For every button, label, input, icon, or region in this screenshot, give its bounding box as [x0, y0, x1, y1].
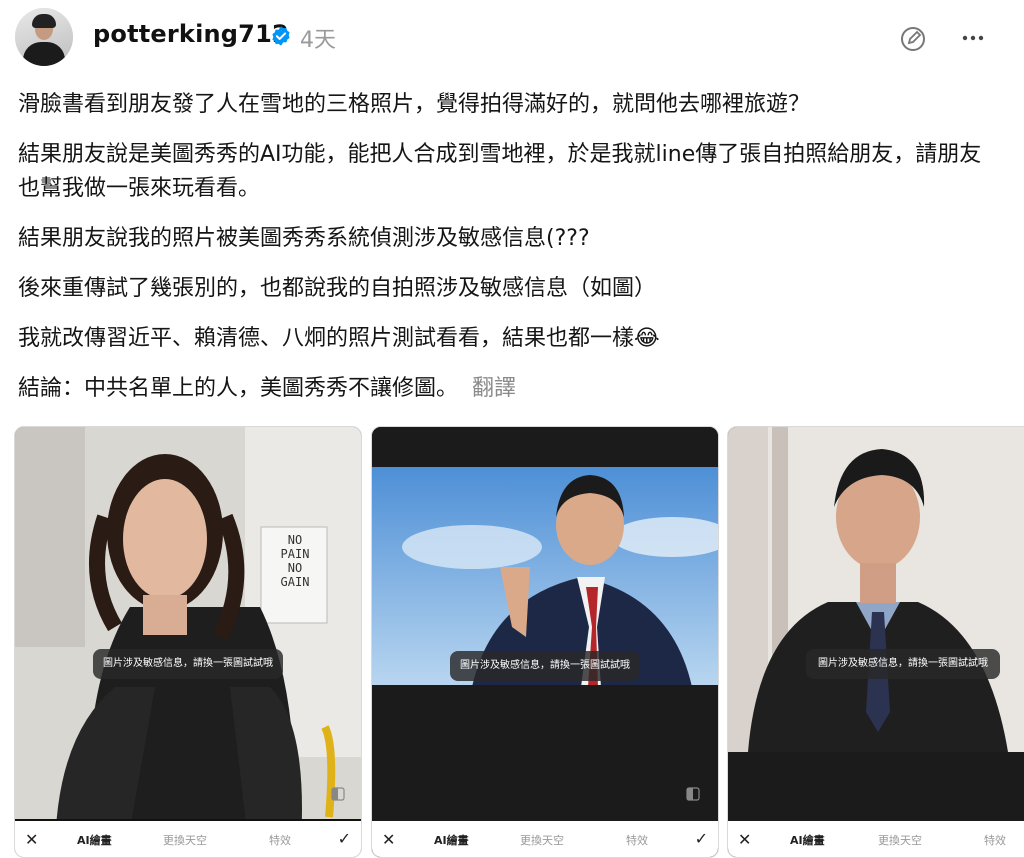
sign-line: NO — [287, 533, 303, 547]
close-icon[interactable]: ✕ — [25, 830, 38, 849]
editor-toolbar: ✕ AI繪畫 更換天空 特效 — [728, 821, 1024, 857]
post-paragraph: 結果朋友說我的照片被美圖秀秀系統偵測涉及敏感信息(??? — [18, 226, 590, 251]
post-body: 滑臉書看到朋友發了人在雪地的三格照片，覺得拍得滿好的，就問他去哪裡旅遊？ 結果朋… — [18, 88, 988, 422]
sign-line: NO — [287, 561, 303, 575]
post-time: 4天 — [300, 28, 336, 53]
post-paragraph: 後來重傳試了幾張別的，也都說我的自拍照涉及敏感信息（如圖） — [18, 276, 657, 301]
edit-icon[interactable] — [898, 24, 928, 54]
editor-toolbar: ✕ AI繪畫 更換天空 特效 ✓ — [15, 821, 361, 857]
conclusion-text: 結論：中共名單上的人，美圖秀秀不讓修圖。 — [18, 376, 459, 401]
selfie-photo — [15, 427, 361, 857]
post-header: potterking712 4天 — [0, 0, 1024, 78]
close-icon[interactable]: ✕ — [382, 830, 395, 849]
editor-toolbar: ✕ AI繪畫 更換天空 特效 ✓ — [372, 821, 718, 857]
avatar[interactable] — [15, 8, 73, 66]
effects-tab[interactable]: 特效 — [626, 832, 648, 848]
translate-link[interactable]: 翻譯 — [472, 376, 516, 401]
more-icon[interactable] — [958, 26, 988, 50]
post-paragraph: 滑臉書看到朋友發了人在雪地的三格照片，覺得拍得滿好的，就問他去哪裡旅遊？ — [18, 92, 811, 117]
sensitive-content-toast: 圖片涉及敏感信息，請換一張圖試試哦 — [806, 649, 1000, 679]
politician-photo-2 — [728, 427, 1024, 857]
confirm-check-icon[interactable]: ✓ — [338, 829, 351, 848]
post-image-3[interactable]: 圖片涉及敏感信息，請換一張圖試試哦 ✕ AI繪畫 更換天空 特效 — [727, 426, 1024, 858]
change-sky-tab[interactable]: 更換天空 — [520, 832, 564, 848]
close-icon[interactable]: ✕ — [738, 830, 751, 849]
change-sky-tab[interactable]: 更換天空 — [163, 832, 207, 848]
post-conclusion: 結論：中共名單上的人，美圖秀秀不讓修圖。 翻譯 — [18, 372, 988, 406]
sign-line: PAIN — [280, 547, 310, 561]
sensitive-content-toast: 圖片涉及敏感信息，請換一張圖試試哦 — [93, 649, 283, 679]
ai-draw-tab[interactable]: AI繪畫 — [434, 832, 469, 848]
post-paragraph: 結果朋友說是美圖秀秀的AI功能，能把人合成到雪地裡，於是我就line傳了張自拍照… — [18, 142, 982, 201]
change-sky-tab[interactable]: 更換天空 — [878, 832, 922, 848]
compare-icon[interactable] — [331, 787, 345, 801]
ai-draw-tab[interactable]: AI繪畫 — [77, 832, 112, 848]
confirm-check-icon[interactable]: ✓ — [695, 829, 708, 848]
gym-sign: NO PAIN NO GAIN — [267, 533, 323, 589]
effects-tab[interactable]: 特效 — [984, 832, 1006, 848]
effects-tab[interactable]: 特效 — [269, 832, 291, 848]
post-image-2[interactable]: 圖片涉及敏感信息，請換一張圖試試哦 ✕ AI繪畫 更換天空 特效 ✓ — [371, 426, 719, 858]
ai-draw-tab[interactable]: AI繪畫 — [790, 832, 825, 848]
username[interactable]: potterking712 — [93, 20, 289, 48]
compare-icon[interactable] — [686, 787, 700, 801]
post-paragraph: 我就改傳習近平、賴清德、八炯的照片測試看看，結果也都一樣😂 — [18, 326, 660, 351]
post-image-1[interactable]: NO PAIN NO GAIN 圖片涉及敏感信息，請換一張圖試試哦 ✕ AI繪畫… — [14, 426, 362, 858]
sensitive-content-toast: 圖片涉及敏感信息，請換一張圖試試哦 — [450, 651, 640, 681]
verified-badge-icon — [272, 26, 290, 46]
politician-photo-1 — [372, 427, 718, 857]
sign-line: GAIN — [280, 575, 310, 589]
